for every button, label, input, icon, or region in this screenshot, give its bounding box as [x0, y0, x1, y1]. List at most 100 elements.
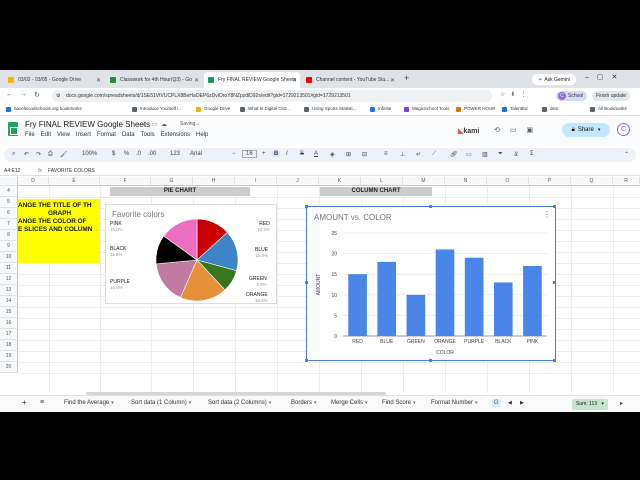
print-icon[interactable]: ⎙: [48, 151, 53, 158]
row-header[interactable]: 12: [0, 274, 18, 285]
bookmark-item[interactable]: Google Drive: [196, 106, 230, 112]
row-header[interactable]: 20: [0, 362, 18, 373]
name-box[interactable]: A4:E12: [4, 168, 20, 174]
row-header[interactable]: 15: [0, 307, 18, 318]
column-header[interactable]: D: [18, 177, 49, 186]
row-header[interactable]: 10: [0, 252, 18, 263]
column-header[interactable]: J: [277, 177, 319, 186]
column-header[interactable]: F: [100, 177, 151, 186]
resize-handle[interactable]: [553, 205, 556, 208]
row-header[interactable]: 18: [0, 340, 18, 351]
sheet-tab[interactable]: Sort data (1 Column) ▾: [131, 400, 191, 406]
paint-format-icon[interactable]: 🖌︎: [60, 151, 68, 158]
sheets-logo-icon[interactable]: [8, 122, 18, 136]
sum-indicator[interactable]: Sum: 113 ▾: [572, 399, 608, 410]
document-title[interactable]: Fry FINAL REVIEW Google Sheets: [25, 120, 150, 129]
all-sheets-icon[interactable]: ≡: [40, 399, 44, 406]
menu-help[interactable]: Help: [196, 132, 208, 138]
formula-input[interactable]: FAVORITE COLORS: [48, 168, 95, 174]
column-header[interactable]: R: [613, 177, 640, 186]
sheet-tab[interactable]: Sort data (2 Columns) ▾: [208, 400, 271, 406]
number-format-button[interactable]: 123: [170, 151, 180, 157]
bar-pink[interactable]: [523, 265, 542, 336]
formula-bar[interactable]: A4:E12 fx FAVORITE COLORS: [0, 166, 640, 176]
instructions-cell[interactable]: ANGE THE TITLE OF THE GRAPH ANGE THE COL…: [18, 199, 100, 263]
browser-tab-drive[interactable]: 03/02 - 03/05 - Google Drive ✕: [4, 72, 104, 88]
filter-icon[interactable]: ⏷: [498, 151, 503, 158]
bar-orange[interactable]: [435, 249, 455, 336]
share-button[interactable]: 🔒︎ Share ▾: [562, 123, 610, 137]
menu-file[interactable]: File: [25, 132, 35, 138]
address-bar[interactable]: ⚙ docs.google.com/spreadsheets/d/1SE51Vt…: [52, 90, 492, 102]
pie-chart[interactable]: Favorite colors PINK 15.0% BLACK 11.5% PUR…: [105, 204, 277, 304]
link-icon[interactable]: 🔗︎: [450, 151, 458, 158]
wrap-icon[interactable]: ↵: [416, 151, 421, 158]
fill-color-icon[interactable]: ◈: [330, 151, 335, 158]
bookmark-item[interactable]: Introduce Yourself i...: [132, 106, 182, 112]
menu-insert[interactable]: Insert: [76, 132, 91, 138]
spreadsheet-grid[interactable]: D E F G H I J K L M N O P Q R 4 5 6 7 8 …: [0, 177, 640, 393]
row-header[interactable]: 16: [0, 318, 18, 329]
bar-green[interactable]: [406, 294, 426, 336]
kami-button[interactable]: ◣kami: [458, 127, 479, 135]
bar-blue[interactable]: [377, 261, 397, 336]
bookmark-item[interactable]: What Is Digital Citiz...: [240, 106, 291, 112]
percent-button[interactable]: %: [124, 151, 129, 157]
column-chart[interactable]: AMOUNT vs. COLOR ⋮ 0 5 10 15 20 25 RED BLUE GREE…: [306, 206, 556, 361]
close-icon[interactable]: ✕: [194, 77, 199, 84]
column-header[interactable]: E: [49, 177, 100, 186]
sheet-tab[interactable]: Format Number ▾: [431, 400, 478, 406]
sheet-tab[interactable]: Find the Average ▾: [64, 400, 114, 406]
site-info-icon[interactable]: ⚙: [56, 90, 60, 102]
sheet-tab[interactable]: Merge Cells ▾: [331, 400, 368, 406]
bookmark-item[interactable]: Infinite: [370, 106, 391, 112]
header-action-icons[interactable]: ⟲▭▣: [494, 126, 543, 134]
search-icon[interactable]: ⌕: [12, 151, 15, 158]
row-header[interactable]: 8: [0, 230, 18, 241]
strikethrough-button[interactable]: S: [300, 151, 304, 157]
row-header[interactable]: 5: [0, 197, 18, 208]
align-icon[interactable]: ≡: [384, 151, 388, 157]
collapse-toolbar-icon[interactable]: ⌃: [624, 151, 629, 158]
column-header[interactable]: H: [193, 177, 235, 186]
scroll-left-icon[interactable]: ◀: [508, 400, 512, 406]
font-size-decrease[interactable]: −: [232, 151, 236, 157]
currency-button[interactable]: $: [112, 151, 115, 157]
column-header[interactable]: L: [361, 177, 403, 186]
sheet-tab[interactable]: Borders ▾: [291, 400, 317, 406]
column-header[interactable]: I: [235, 177, 277, 186]
close-icon[interactable]: ✕: [96, 77, 101, 84]
back-icon[interactable]: ←: [6, 91, 13, 98]
bookmark-item[interactable]: TalentEd: [502, 106, 528, 112]
bold-button[interactable]: B: [272, 151, 281, 157]
decrease-decimal-button[interactable]: .0: [136, 151, 141, 157]
column-header[interactable]: Q: [571, 177, 613, 186]
resize-handle[interactable]: [305, 281, 308, 284]
menu-format[interactable]: Format: [97, 132, 116, 138]
star-move-cloud-icons[interactable]: ☆▭☁: [142, 121, 171, 128]
menu-edit[interactable]: Edit: [41, 132, 51, 138]
close-icon[interactable]: ✕: [292, 77, 297, 84]
browser-tab-classwork[interactable]: Classwork for 4th Hour(Q3) - Go ✕: [106, 72, 202, 88]
row-header[interactable]: 17: [0, 329, 18, 340]
bookmark-item[interactable]: MagicSchool Tools: [404, 106, 449, 112]
column-header[interactable]: O: [487, 177, 529, 186]
resize-handle[interactable]: [305, 359, 308, 362]
row-header[interactable]: 4: [0, 186, 18, 197]
font-size-increase[interactable]: +: [262, 151, 266, 157]
new-tab-button[interactable]: +: [404, 73, 409, 83]
resize-handle[interactable]: [429, 205, 432, 208]
resize-handle[interactable]: [305, 205, 308, 208]
bar-red[interactable]: [348, 274, 367, 336]
forward-icon[interactable]: →: [20, 91, 27, 98]
valign-icon[interactable]: ⊥: [400, 151, 405, 158]
all-bookmarks[interactable]: All Bookmarks: [590, 106, 627, 112]
column-header[interactable]: P: [529, 177, 571, 186]
sheet-tab-active[interactable]: G: [492, 399, 501, 407]
redo-icon[interactable]: ↷: [36, 151, 41, 158]
finish-update-button[interactable]: Finish update: [592, 91, 631, 101]
rotate-icon[interactable]: ⟋: [432, 151, 436, 158]
column-header[interactable]: G: [151, 177, 193, 186]
avatar[interactable]: C: [617, 123, 630, 136]
row-header[interactable]: 11: [0, 263, 18, 274]
